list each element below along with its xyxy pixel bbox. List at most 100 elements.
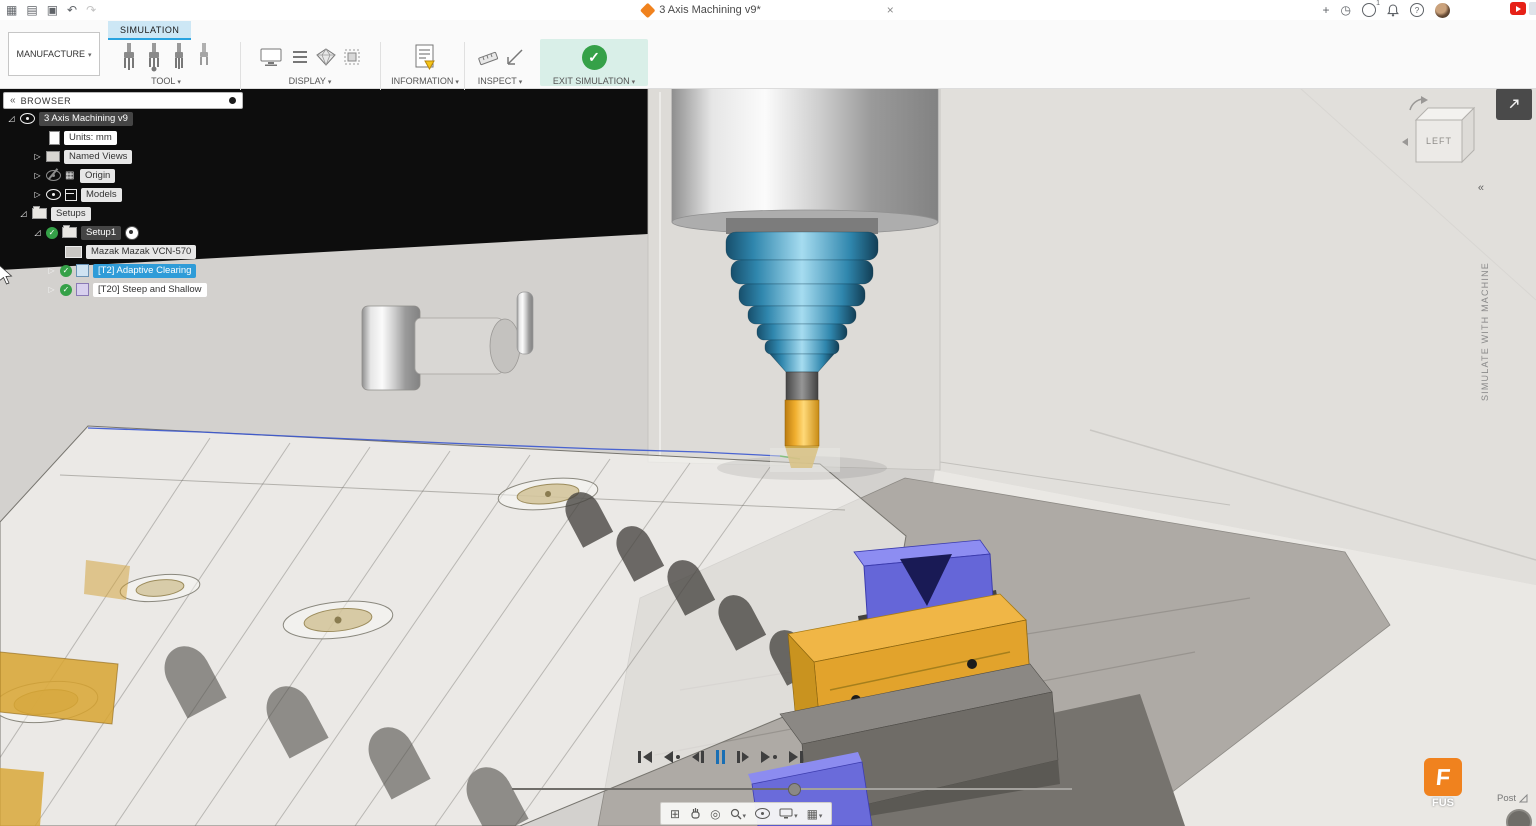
rotate-left-arrow-icon[interactable]	[1402, 138, 1408, 146]
tree-label-named-views[interactable]: Named Views	[64, 149, 133, 164]
chamfer-tool-icon[interactable]	[195, 42, 213, 72]
step-forward-button[interactable]	[737, 749, 749, 765]
exit-simulation-check-icon[interactable]	[581, 44, 607, 70]
collapse-panel-icon[interactable]: «	[10, 95, 16, 106]
tree-row-adaptive-clearing[interactable]: [T2] Adaptive Clearing	[3, 261, 239, 280]
skip-to-start-button[interactable]	[638, 749, 652, 765]
tree-row-steep-shallow[interactable]: [T20] Steep and Shallow	[3, 280, 239, 299]
expand-arrow-icon[interactable]	[47, 266, 56, 275]
tree-label-setups[interactable]: Setups	[51, 206, 91, 221]
visibility-eye-off-icon[interactable]	[46, 170, 61, 181]
document-tab[interactable]: 3 Axis Machining v9* ×	[639, 0, 894, 20]
visibility-eye-icon[interactable]	[20, 113, 35, 124]
tree-label-models[interactable]: Models	[81, 187, 122, 202]
information-document-icon[interactable]	[413, 44, 437, 70]
play-reverse-button[interactable]	[664, 749, 680, 765]
look-at-eye-icon[interactable]	[755, 808, 771, 819]
simulation-timeline[interactable]	[512, 782, 1072, 796]
tree-label-origin[interactable]: Origin	[80, 168, 116, 183]
expand-arrow-icon[interactable]	[33, 190, 42, 199]
view-cube[interactable]: LEFT	[1400, 94, 1484, 187]
inspect-group-label[interactable]: INSPECT	[478, 76, 523, 86]
fit-view-icon[interactable]: ⊞	[670, 807, 680, 821]
tree-row-named-views[interactable]: Named Views	[3, 147, 239, 166]
viewports-grid-icon[interactable]: ▦	[807, 807, 823, 821]
step-back-button[interactable]	[691, 749, 704, 765]
expand-arrow-icon[interactable]	[33, 152, 42, 161]
browser-title: BROWSER	[20, 95, 72, 106]
tree-label-document[interactable]: 3 Axis Machining v9	[39, 111, 133, 126]
new-tab-icon[interactable]: +	[1323, 4, 1330, 16]
fusion-watermark-icon[interactable]: F	[1424, 758, 1462, 796]
job-status-icon[interactable]: 1	[1362, 0, 1380, 17]
named-views-icon	[46, 151, 60, 162]
post-button[interactable]: Post	[1497, 793, 1528, 804]
tool-group: TOOL	[100, 39, 232, 88]
orbit-icon[interactable]: ◎	[710, 807, 720, 821]
active-setup-radio-icon[interactable]	[125, 225, 140, 240]
timeline-handle[interactable]	[788, 783, 801, 796]
flat-endmill-icon[interactable]	[120, 42, 138, 72]
tree-row-units[interactable]: Units: mm	[3, 128, 239, 147]
close-tab-icon[interactable]: ×	[887, 3, 894, 17]
valid-check-icon	[60, 283, 72, 296]
tree-label-steep-shallow[interactable]: [T20] Steep and Shallow	[93, 282, 207, 297]
tree-row-setups[interactable]: Setups	[3, 204, 239, 223]
app-grid-icon[interactable]: ▦	[6, 4, 17, 16]
tree-row-machine[interactable]: Mazak Mazak VCN-570	[3, 242, 239, 261]
tab-simulation[interactable]: SIMULATION	[108, 21, 192, 40]
transparency-cube-icon[interactable]	[343, 48, 361, 66]
expand-arrow-icon[interactable]	[47, 285, 56, 294]
section-analysis-icon[interactable]	[506, 48, 524, 66]
expand-arrow-icon[interactable]	[7, 114, 16, 123]
skip-to-end-button[interactable]	[788, 749, 803, 765]
fusion-watermark[interactable]: F FUS	[1424, 758, 1462, 809]
tree-row-root[interactable]: 3 Axis Machining v9	[3, 109, 239, 128]
material-diamond-icon[interactable]	[315, 48, 336, 66]
collapse-sidebar-icon[interactable]: «	[1478, 182, 1484, 194]
display-settings-icon[interactable]	[779, 807, 798, 821]
clock-icon[interactable]: ◷	[1341, 4, 1351, 16]
tree-row-models[interactable]: Models	[3, 185, 239, 204]
tree-label-setup1[interactable]: Setup1	[81, 225, 122, 240]
youtube-icon[interactable]	[1510, 2, 1526, 15]
bell-icon[interactable]	[1387, 3, 1399, 17]
file-menu-icon[interactable]: ▤	[26, 4, 37, 16]
measure-icon[interactable]	[477, 47, 499, 67]
browser-options-icon[interactable]	[229, 97, 236, 104]
tree-row-setup1[interactable]: Setup1	[3, 223, 239, 242]
bull-endmill-icon[interactable]	[170, 42, 188, 72]
spindle-housing	[671, 87, 939, 223]
tree-label-units[interactable]: Units: mm	[64, 130, 117, 145]
tree-label-adaptive-clearing[interactable]: [T2] Adaptive Clearing	[93, 263, 197, 278]
redo-icon[interactable]: ↷	[86, 4, 96, 16]
tree-row-origin[interactable]: ▦ Origin	[3, 166, 239, 185]
browser-header[interactable]: « BROWSER	[3, 92, 243, 109]
display-group-label[interactable]: DISPLAY	[289, 76, 332, 86]
expand-arrow-icon[interactable]	[33, 228, 42, 237]
exit-simulation-label[interactable]: EXIT SIMULATION	[553, 76, 635, 86]
zoom-icon[interactable]	[730, 807, 747, 821]
exit-simulation-group[interactable]: EXIT SIMULATION	[540, 39, 648, 86]
information-group-label[interactable]: INFORMATION	[391, 76, 459, 86]
save-icon[interactable]: ▣	[47, 4, 58, 16]
expand-arrow-icon[interactable]	[33, 171, 42, 180]
help-icon[interactable]	[1410, 3, 1424, 17]
tool-group-label[interactable]: TOOL	[151, 76, 181, 86]
undo-icon[interactable]: ↶	[67, 4, 77, 16]
expand-panel-button[interactable]	[1496, 88, 1532, 120]
origin-grid-icon: ▦	[65, 170, 75, 181]
ball-endmill-icon[interactable]	[145, 42, 163, 72]
display-monitor-icon[interactable]	[260, 48, 284, 67]
browser-extension-icon[interactable]	[1529, 2, 1536, 15]
pause-button[interactable]	[715, 749, 725, 765]
workspace-selector[interactable]: MANUFACTURE	[8, 32, 100, 76]
expand-arrow-icon[interactable]	[19, 209, 28, 218]
user-avatar[interactable]	[1435, 2, 1450, 18]
statistics-list-icon[interactable]	[291, 49, 309, 65]
play-forward-button[interactable]	[761, 749, 777, 765]
pan-hand-icon[interactable]	[689, 807, 701, 820]
visibility-eye-icon[interactable]	[46, 189, 61, 200]
workspace-label: MANUFACTURE	[16, 49, 85, 59]
tree-label-machine[interactable]: Mazak Mazak VCN-570	[86, 244, 197, 259]
